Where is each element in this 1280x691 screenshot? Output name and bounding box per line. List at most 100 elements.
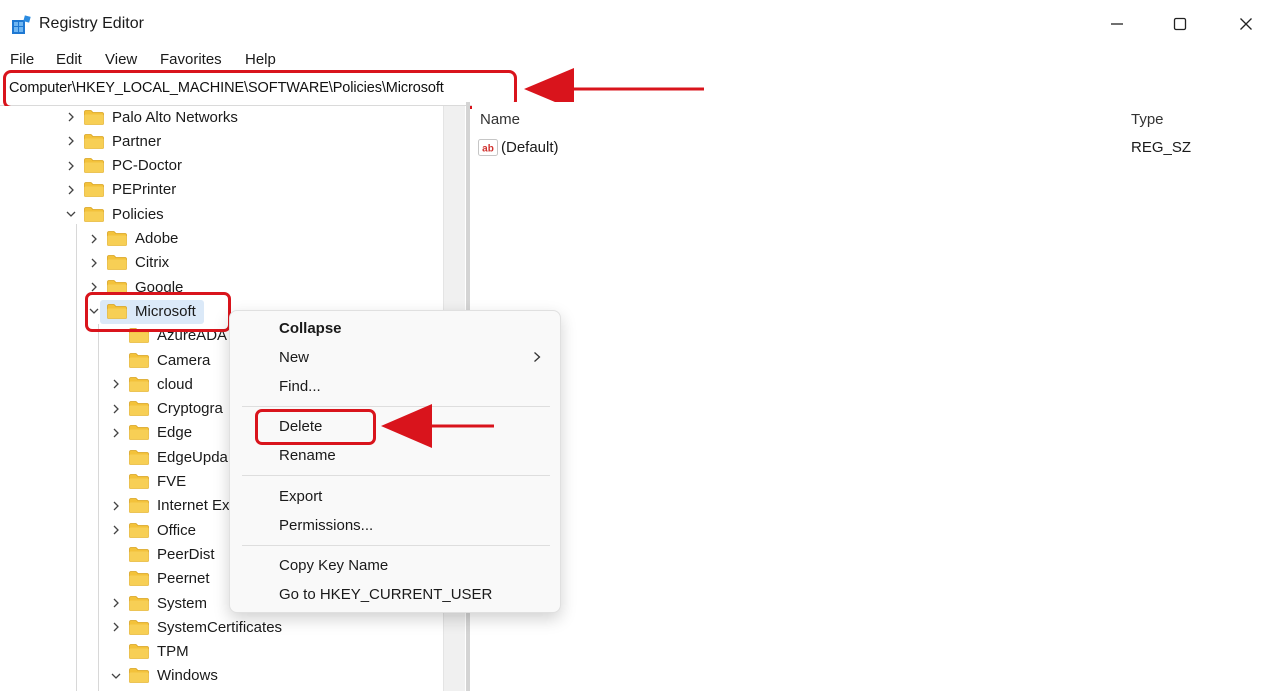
tree-item-cloud[interactable]: cloud (109, 372, 193, 396)
chevron-down-icon[interactable] (64, 207, 78, 221)
tree-item-fve[interactable]: FVE (109, 470, 186, 494)
chevron-right-icon[interactable] (64, 183, 78, 197)
folder-icon (129, 376, 149, 392)
ctx-find[interactable]: Find... (279, 378, 321, 395)
tree-item-label: Policies (112, 205, 164, 223)
tree-guide-policies (76, 224, 77, 691)
tree-item-label: Adobe (135, 230, 179, 247)
tree-item-edgeupda[interactable]: EdgeUpda (109, 445, 228, 469)
chevron-right-icon[interactable] (109, 377, 123, 391)
tree-item-label: Partner (112, 132, 162, 150)
folder-icon (129, 644, 149, 659)
address-annotation-box (3, 70, 517, 109)
column-type-header[interactable]: Type (1131, 111, 1164, 128)
tree-item-citrix[interactable]: Citrix (87, 251, 169, 275)
ctx-separator (242, 545, 550, 546)
folder-icon (129, 474, 149, 489)
chevron-right-icon[interactable] (87, 256, 101, 270)
tree-item-pc-doctor[interactable]: PC-Doctor (64, 154, 182, 178)
tree-item-systemcertificates[interactable]: SystemCertificates (109, 615, 282, 639)
folder-icon (107, 255, 127, 271)
chevron-down-icon[interactable] (109, 669, 123, 683)
tree-item-label: System (157, 594, 208, 612)
context-menu: Collapse New Find... Delete Rename Expor… (229, 310, 561, 613)
window-title: Registry Editor (39, 15, 144, 32)
folder-icon (107, 231, 127, 246)
tree-guide-microsoft (98, 324, 99, 691)
tree-item-system[interactable]: System (109, 591, 207, 615)
tree-item-label: Peernet (157, 570, 210, 588)
chevron-right-icon[interactable] (64, 159, 78, 173)
menu-edit[interactable]: Edit (56, 51, 82, 68)
tree-item-label: Edge (157, 424, 193, 442)
tree-item-palo-alto-networks[interactable]: Palo Alto Networks (64, 105, 238, 129)
tree-item-label: cloud (157, 375, 193, 393)
tree-item-cryptogra[interactable]: Cryptogra (109, 397, 223, 421)
ctx-goto-hkcu[interactable]: Go to HKEY_CURRENT_USER (279, 586, 492, 603)
close-button[interactable] (1223, 0, 1269, 48)
ctx-rename[interactable]: Rename (279, 447, 336, 464)
ctx-copy-key-name[interactable]: Copy Key Name (279, 557, 388, 574)
chevron-right-icon[interactable] (87, 232, 101, 246)
value-name: (Default) (501, 139, 559, 156)
menu-help[interactable]: Help (245, 51, 276, 68)
tree-item-label: Internet Ex (157, 497, 230, 515)
chevron-right-icon[interactable] (64, 110, 78, 124)
maximize-icon (1173, 17, 1187, 31)
ctx-collapse[interactable]: Collapse (279, 320, 342, 337)
tree-item-label: Cryptogra (157, 400, 223, 418)
chevron-right-icon[interactable] (109, 426, 123, 440)
chevron-right-icon[interactable] (109, 596, 123, 610)
tree-item-camera[interactable]: Camera (109, 348, 210, 372)
string-value-icon: ab (478, 139, 498, 156)
menu-view[interactable]: View (105, 51, 137, 68)
tree-item-label: PC-Doctor (112, 157, 183, 175)
column-name-header[interactable]: Name (480, 111, 520, 128)
chevron-right-icon[interactable] (109, 499, 123, 513)
ctx-separator (242, 475, 550, 476)
folder-icon (129, 595, 149, 611)
folder-icon (84, 133, 104, 149)
folder-icon (84, 206, 104, 222)
tree-item-peprinter[interactable]: PEPrinter (64, 178, 176, 202)
minimize-button[interactable] (1094, 0, 1140, 48)
tree-item-office[interactable]: Office (109, 518, 196, 542)
ctx-new[interactable]: New (279, 349, 309, 366)
tree-item-adobe[interactable]: Adobe (87, 227, 178, 251)
tree-item-partner[interactable]: Partner (64, 129, 161, 153)
tree-item-tpm[interactable]: TPM (109, 640, 189, 664)
tree-item-peerdist[interactable]: PeerDist (109, 542, 215, 566)
tree-item-windows[interactable]: Windows (109, 664, 218, 688)
microsoft-annotation-box (85, 292, 231, 332)
tree-item-internet-ex[interactable]: Internet Ex (109, 494, 230, 518)
folder-icon (129, 352, 149, 368)
tree-item-policies[interactable]: Policies (64, 202, 164, 226)
tree-item-label: Palo Alto Networks (112, 108, 238, 126)
ctx-export[interactable]: Export (279, 488, 322, 505)
tree-item-edge[interactable]: Edge (109, 421, 192, 445)
tree-item-peernet[interactable]: Peernet (109, 567, 210, 591)
chevron-right-icon[interactable] (109, 620, 123, 634)
folder-icon (129, 522, 149, 538)
chevron-right-icon (534, 352, 541, 362)
chevron-right-icon[interactable] (109, 523, 123, 537)
maximize-button[interactable] (1157, 0, 1203, 48)
menu-file[interactable]: File (10, 51, 34, 68)
value-row[interactable]: ab (Default) REG_SZ (478, 137, 1278, 159)
tree-item-label: PeerDist (157, 545, 215, 563)
registry-editor-icon (12, 15, 31, 34)
menu-favorites[interactable]: Favorites (160, 51, 222, 68)
ctx-permissions[interactable]: Permissions... (279, 517, 373, 534)
tree-item-label: TPM (157, 643, 189, 661)
svg-text:ab: ab (482, 144, 494, 155)
chevron-right-icon[interactable] (64, 134, 78, 148)
close-icon (1240, 18, 1252, 30)
tree-item-label: SystemCertificates (157, 618, 283, 636)
minimize-icon (1111, 23, 1123, 25)
chevron-right-icon[interactable] (109, 402, 123, 416)
